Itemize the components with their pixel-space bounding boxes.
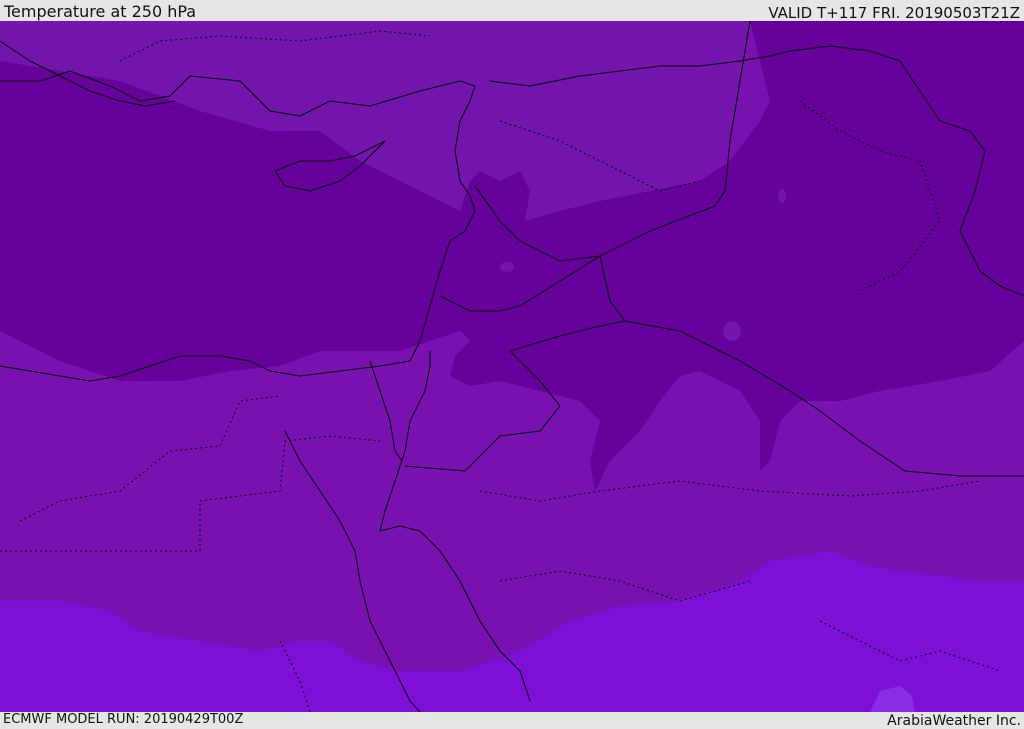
model-run-label: ECMWF MODEL RUN: 20190429T00Z	[3, 712, 244, 727]
header-bar: Temperature at 250 hPa VALID T+117 FRI. …	[0, 0, 1024, 22]
cold-patch	[500, 262, 514, 272]
weather-map[interactable]	[0, 21, 1024, 712]
valid-time: VALID T+117 FRI. 20190503T21Z	[768, 4, 1020, 22]
chart-title: Temperature at 250 hPa	[4, 2, 197, 21]
cold-patch	[778, 189, 786, 203]
cold-patch	[723, 321, 741, 341]
footer-bar: ECMWF MODEL RUN: 20190429T00Z ArabiaWeat…	[0, 712, 1024, 729]
credit-label: ArabiaWeather Inc.	[887, 713, 1021, 729]
